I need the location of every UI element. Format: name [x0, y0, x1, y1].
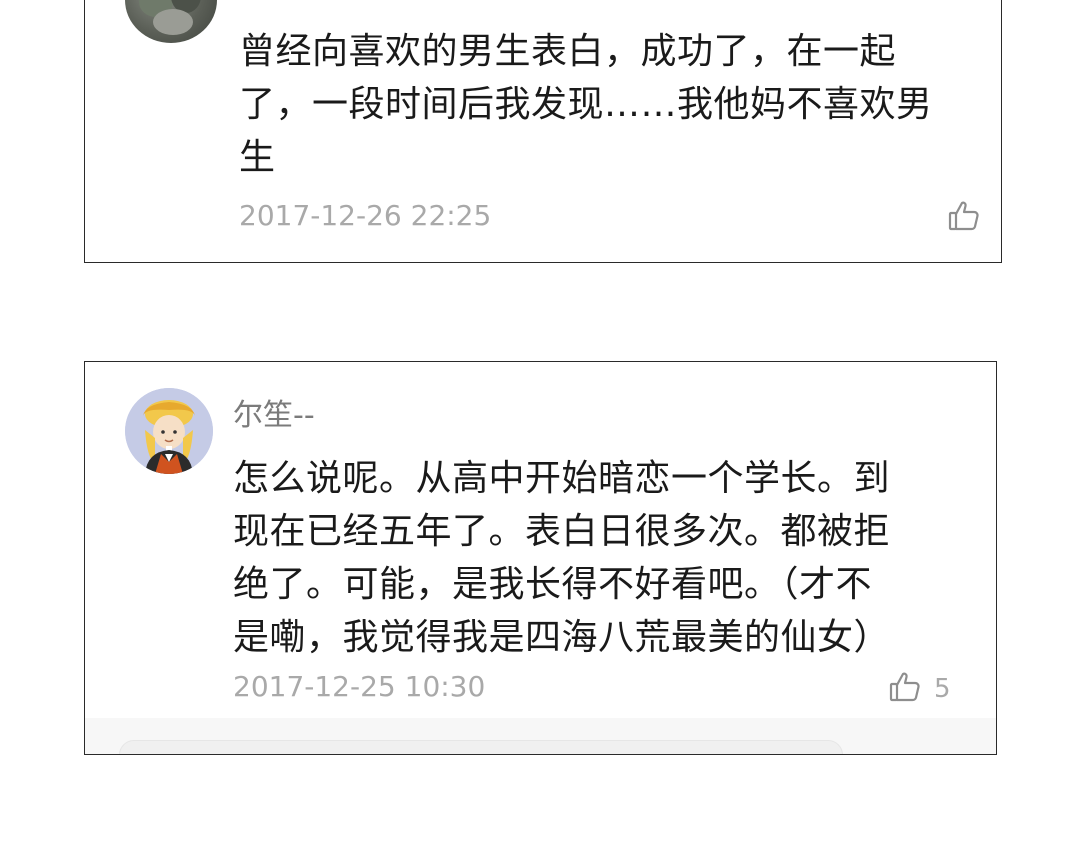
comment-line: 现在已经五年了。表白日很多次。都被拒	[233, 511, 891, 552]
avatar[interactable]	[125, 388, 213, 474]
thumbs-up-icon	[947, 199, 981, 237]
comment-timestamp: 2017-12-25 10:30	[233, 670, 486, 703]
comment-text: 怎么说呢。从高中开始暗恋一个学长。到 现在已经五年了。表白日很多次。都被拒 绝了…	[233, 452, 935, 664]
reply-input[interactable]	[119, 740, 843, 754]
comment-text: 曾经向喜欢的男生表白，成功了，在一起 了，一段时间后我发现……我他妈不喜欢男 生	[239, 25, 995, 184]
like-count: 5	[934, 674, 951, 704]
comment-card: 曾经向喜欢的男生表白，成功了，在一起 了，一段时间后我发现……我他妈不喜欢男 生…	[84, 0, 1002, 263]
like-button[interactable]: 5	[888, 670, 951, 708]
username[interactable]: 尔笙--	[233, 390, 315, 434]
comment-card: 尔笙-- 怎么说呢。从高中开始暗恋一个学长。到 现在已经五年了。表白日很多次。都…	[84, 361, 997, 755]
comment-line: 是嘞，我觉得我是四海八荒最美的仙女）	[233, 617, 891, 658]
avatar[interactable]	[125, 0, 217, 43]
comment-line: 绝了。可能，是我长得不好看吧。（才不	[233, 564, 873, 605]
comment-line: 怎么说呢。从高中开始暗恋一个学长。到	[233, 458, 891, 499]
comment-line: 曾经向喜欢的男生表白，成功了，在一起	[239, 31, 897, 72]
comment-timestamp: 2017-12-26 22:25	[239, 199, 492, 232]
like-button[interactable]	[947, 199, 993, 237]
comment-line: 生	[239, 137, 276, 178]
comment-line: 了，一段时间后我发现……我他妈不喜欢男	[239, 84, 933, 125]
thumbs-up-icon	[888, 670, 922, 708]
